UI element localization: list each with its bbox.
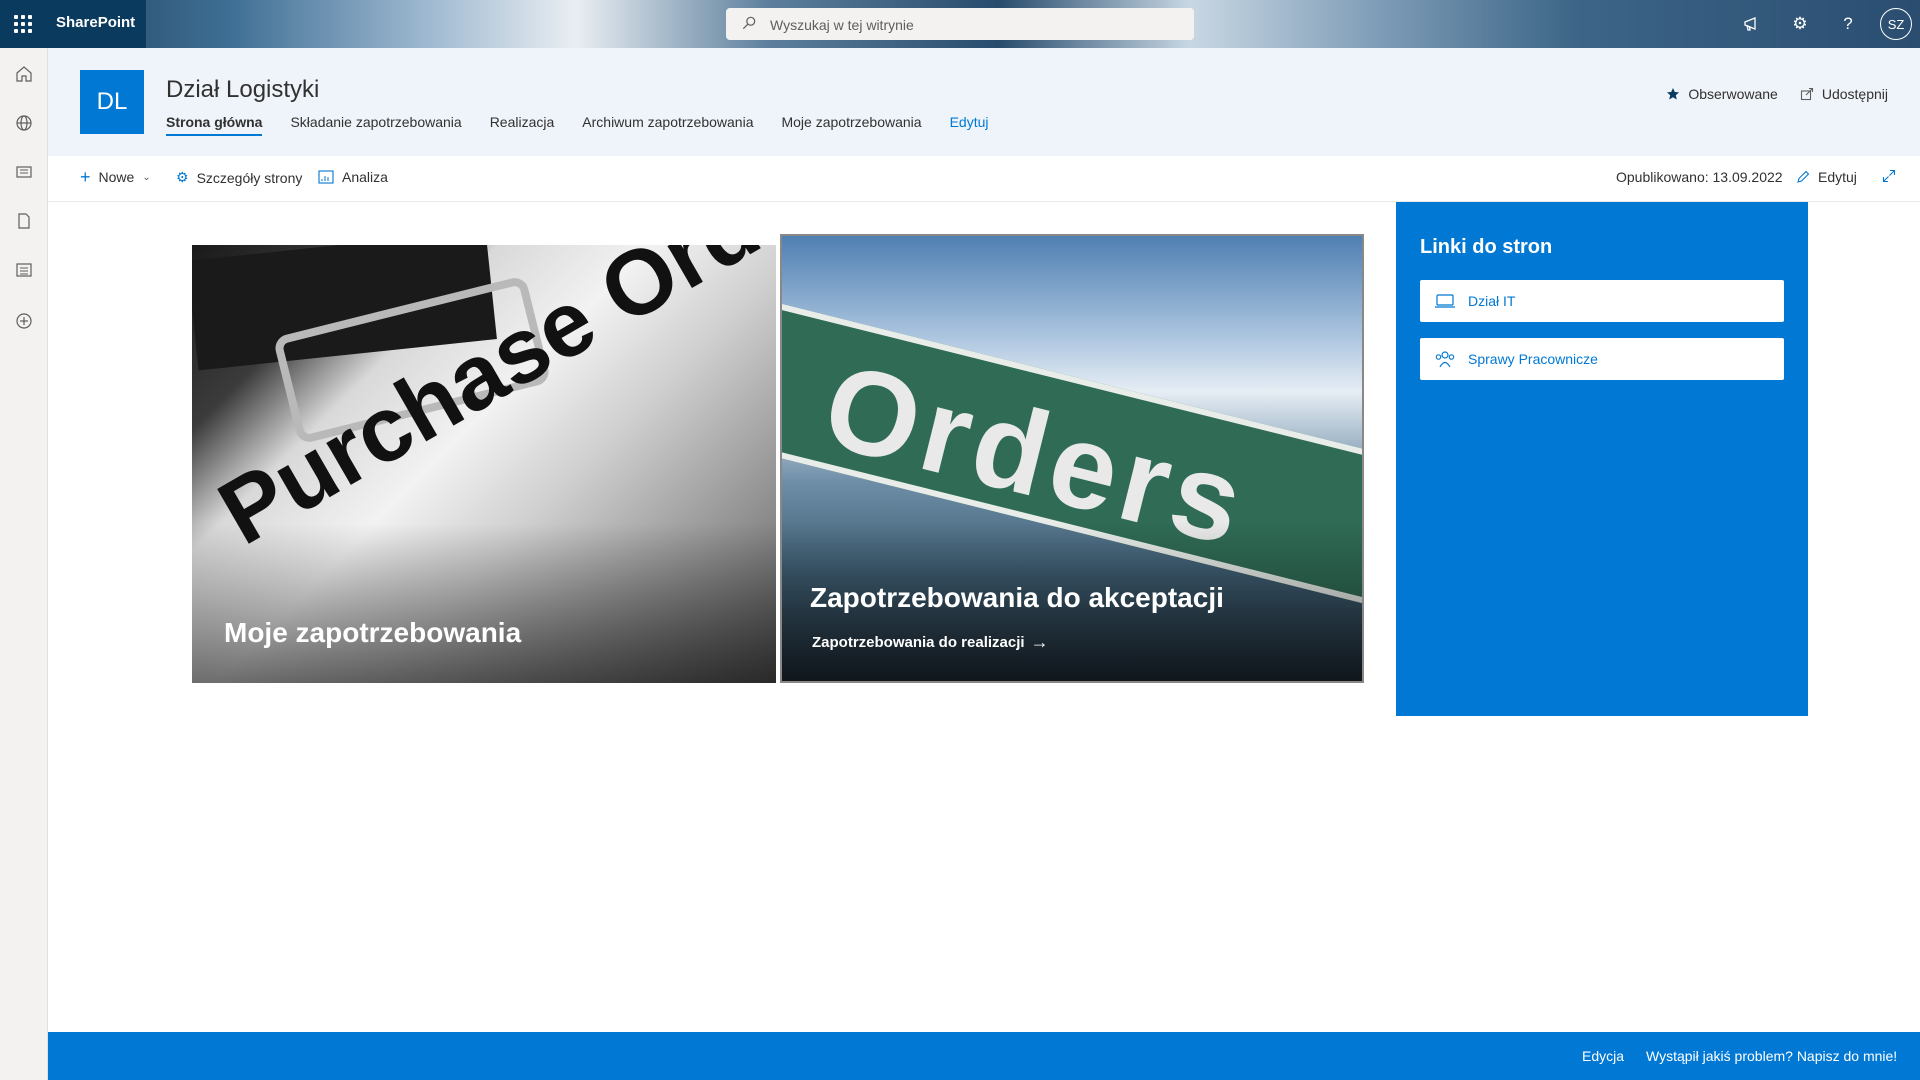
gear-icon: ⚙ bbox=[176, 169, 189, 185]
globe-icon[interactable] bbox=[12, 111, 36, 135]
header-actions: Obserwowane Udostępnij bbox=[1666, 86, 1888, 102]
footer: Edycja Wystąpił jakiś problem? Napisz do… bbox=[48, 1032, 1920, 1080]
share-label: Udostępnij bbox=[1821, 86, 1888, 102]
follow-label: Obserwowane bbox=[1688, 86, 1778, 102]
search-icon bbox=[742, 16, 756, 30]
app-launcher-area: SharePoint bbox=[0, 0, 146, 48]
help-icon[interactable]: ? bbox=[1836, 12, 1860, 36]
follow-button[interactable]: Obserwowane bbox=[1666, 86, 1778, 102]
megaphone-icon[interactable] bbox=[1740, 12, 1764, 36]
share-icon bbox=[1800, 87, 1813, 101]
add-circle-icon[interactable] bbox=[12, 309, 36, 333]
star-icon bbox=[1667, 88, 1680, 100]
search-box[interactable]: Wyszukaj w tej witrynie bbox=[726, 8, 1194, 40]
avatar[interactable]: SZ bbox=[1880, 8, 1912, 40]
news-icon[interactable] bbox=[12, 160, 36, 184]
quick-link-it-department[interactable]: Dział IT bbox=[1420, 280, 1784, 322]
home-icon[interactable] bbox=[12, 62, 36, 86]
nav-item-archive[interactable]: Archiwum zapotrzebowania bbox=[582, 110, 753, 136]
published-date: Opublikowano: 13.09.2022 bbox=[1616, 169, 1783, 185]
suite-bar: SharePoint Wyszukaj w tej witrynie ⚙ ? S… bbox=[0, 0, 1920, 48]
gear-icon[interactable]: ⚙ bbox=[1788, 12, 1812, 36]
pencil-icon bbox=[1797, 170, 1810, 183]
app-name[interactable]: SharePoint bbox=[56, 14, 135, 31]
left-rail bbox=[0, 48, 48, 1080]
hero-tile-requests-to-approve[interactable]: Orders Zapotrzebowania do akceptacji Zap… bbox=[780, 234, 1364, 683]
tile-shade bbox=[192, 523, 776, 683]
nav-item-fulfillment[interactable]: Realizacja bbox=[490, 110, 555, 136]
list-icon[interactable] bbox=[12, 258, 36, 282]
site-title[interactable]: Dział Logistyki bbox=[166, 76, 319, 104]
quick-links-panel: Linki do stron Dział IT Sprawy Pracownic… bbox=[1396, 202, 1808, 716]
quick-links-title: Linki do stron bbox=[1420, 236, 1553, 258]
nav-edit-link[interactable]: Edytuj bbox=[950, 110, 989, 136]
document-icon[interactable] bbox=[12, 209, 36, 233]
command-bar: + Nowe ⌄ ⚙ Szczegóły strony Analiza Opub… bbox=[48, 156, 1920, 202]
quick-link-label: Sprawy Pracownicze bbox=[1468, 351, 1598, 367]
expand-icon bbox=[1882, 169, 1896, 183]
new-label: Nowe bbox=[98, 169, 135, 185]
requests-to-fulfill-label: Zapotrzebowania do realizacji bbox=[812, 634, 1025, 651]
plus-icon: + bbox=[80, 167, 91, 187]
published-status: Opublikowano: 13.09.2022 bbox=[1616, 169, 1783, 185]
page-details-label: Szczegóły strony bbox=[196, 169, 303, 186]
arrow-right-icon: → bbox=[1030, 632, 1049, 652]
edit-page-label: Edytuj bbox=[1818, 169, 1857, 185]
requests-to-fulfill-link[interactable]: Zapotrzebowania do realizacji → bbox=[812, 632, 1049, 653]
nav-item-home[interactable]: Strona główna bbox=[166, 110, 263, 136]
laptop-icon bbox=[1435, 294, 1455, 308]
hero-tile-title: Zapotrzebowania do akceptacji bbox=[810, 582, 1224, 613]
edit-page-button[interactable]: Edytuj bbox=[1796, 169, 1857, 185]
page-details-button[interactable]: ⚙ Szczegóły strony bbox=[176, 169, 302, 186]
site-navigation: Strona główna Składanie zapotrzebowania … bbox=[166, 110, 1017, 136]
nav-item-my-requests[interactable]: Moje zapotrzebowania bbox=[781, 110, 921, 136]
app-launcher-icon[interactable] bbox=[14, 15, 32, 33]
quick-link-label: Dział IT bbox=[1468, 293, 1516, 309]
hero-tile-title: Moje zapotrzebowania bbox=[224, 617, 522, 648]
share-button[interactable]: Udostępnij bbox=[1800, 86, 1888, 102]
chevron-down-icon: ⌄ bbox=[142, 171, 151, 183]
hero-tile-my-requests[interactable]: Purchase Order Moje zapotrzebowania bbox=[192, 245, 776, 683]
people-icon bbox=[1435, 351, 1455, 368]
search-input[interactable]: Wyszukaj w tej witrynie bbox=[770, 17, 914, 33]
site-logo[interactable]: DL bbox=[80, 70, 144, 134]
footer-feedback-link[interactable]: Wystąpił jakiś problem? Napisz do mnie! bbox=[1646, 1048, 1897, 1064]
site-header: DL Dział Logistyki Strona główna Składan… bbox=[48, 48, 1920, 156]
new-button[interactable]: + Nowe ⌄ bbox=[80, 167, 151, 187]
analytics-label: Analiza bbox=[342, 169, 388, 185]
footer-edit-link[interactable]: Edycja bbox=[1582, 1048, 1624, 1064]
expand-button[interactable] bbox=[1882, 169, 1896, 183]
quick-link-employee-affairs[interactable]: Sprawy Pracownicze bbox=[1420, 338, 1784, 380]
nav-item-submit-request[interactable]: Składanie zapotrzebowania bbox=[290, 110, 461, 136]
analytics-icon bbox=[318, 170, 334, 184]
analytics-button[interactable]: Analiza bbox=[318, 169, 388, 185]
